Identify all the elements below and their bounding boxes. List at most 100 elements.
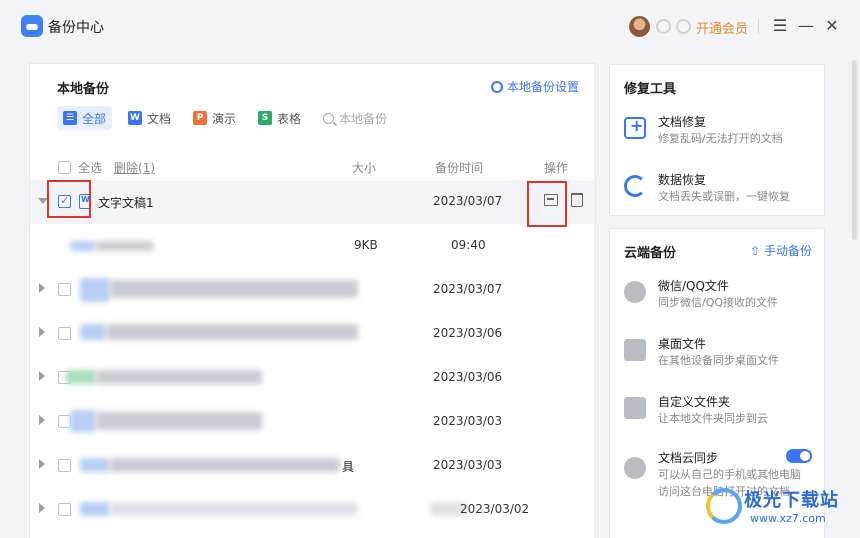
word-icon: W bbox=[128, 111, 143, 125]
table-row[interactable]: 2023/03/06 bbox=[30, 312, 595, 356]
backup-time: 2023/03/03 bbox=[433, 414, 503, 428]
avatar[interactable] bbox=[629, 16, 650, 37]
expand-icon[interactable] bbox=[39, 459, 45, 469]
tab-label: 全部 bbox=[82, 111, 107, 126]
item-title: 数据恢复 bbox=[658, 173, 707, 187]
custom-folder-item[interactable]: 自定义文件夹 让本地文件夹同步到云 bbox=[624, 393, 820, 435]
select-all-label: 全选 bbox=[78, 161, 103, 175]
hamburger-icon[interactable]: ☰ bbox=[768, 14, 792, 38]
data-recovery-item[interactable]: 数据恢复 文档丢失或误删，一键恢复 bbox=[624, 171, 820, 213]
backup-time: 2023/03/03 bbox=[433, 458, 503, 472]
blurred-name bbox=[70, 241, 96, 251]
highlight-open-folder bbox=[527, 181, 567, 227]
item-desc: 修复乱码/无法打开的文档 bbox=[658, 132, 783, 145]
folder-icon bbox=[624, 397, 646, 419]
trash-icon[interactable] bbox=[571, 193, 583, 207]
close-icon[interactable]: ✕ bbox=[820, 14, 844, 38]
table-row[interactable]: 2023/03/03 bbox=[30, 400, 595, 444]
expand-icon[interactable] bbox=[39, 283, 45, 293]
search-input[interactable]: 本地备份 bbox=[317, 106, 393, 130]
blurred-name bbox=[80, 502, 110, 516]
manual-backup-button[interactable]: ⇧ 手动备份 bbox=[750, 242, 812, 259]
tab-label: 表格 bbox=[277, 111, 302, 126]
file-name-suffix: 具 bbox=[342, 460, 355, 474]
blurred-name bbox=[96, 412, 262, 430]
expand-icon[interactable] bbox=[39, 371, 45, 381]
chat-icon bbox=[624, 281, 646, 303]
delete-button[interactable]: 删除(1) bbox=[114, 159, 155, 176]
select-all-checkbox[interactable] bbox=[58, 161, 71, 174]
presentation-icon: P bbox=[193, 111, 208, 125]
item-title: 文档云同步 bbox=[658, 451, 719, 465]
row-checkbox[interactable] bbox=[58, 459, 71, 472]
row-checkbox[interactable] bbox=[58, 327, 71, 340]
row-checkbox[interactable] bbox=[58, 503, 71, 516]
repair-icon bbox=[624, 116, 646, 139]
backup-time: 2023/03/06 bbox=[433, 370, 503, 384]
doc-repair-item[interactable]: 文档修复 修复乱码/无法打开的文档 bbox=[624, 113, 820, 155]
item-title: 自定义文件夹 bbox=[658, 395, 731, 409]
table-row[interactable]: 2023/03/07 bbox=[30, 268, 595, 312]
watermark-logo-icon bbox=[706, 488, 742, 524]
cloud-sync-toggle[interactable] bbox=[786, 449, 812, 463]
item-title: 桌面文件 bbox=[658, 337, 707, 351]
expand-icon[interactable] bbox=[39, 327, 45, 337]
wechat-qq-files-item[interactable]: 微信/QQ文件 同步微信/QQ接收的文件 bbox=[624, 277, 820, 319]
tab-sheets[interactable]: S 表格 bbox=[252, 106, 307, 130]
open-vip-link[interactable]: 开通会员 bbox=[696, 18, 748, 37]
item-desc: 同步微信/QQ接收的文件 bbox=[658, 296, 779, 309]
column-ops: 操作 bbox=[544, 161, 569, 175]
blurred-name bbox=[80, 458, 110, 472]
table-header: 全选 删除(1) 大小 备份时间 操作 bbox=[30, 156, 595, 178]
level-badge-icon bbox=[676, 19, 691, 34]
table-row[interactable]: 2023/03/02 bbox=[30, 488, 595, 532]
blurred-name bbox=[106, 324, 358, 340]
backup-time: 2023/03/02 bbox=[460, 502, 530, 516]
minimize-icon[interactable]: — bbox=[794, 14, 818, 38]
expand-icon[interactable] bbox=[39, 503, 45, 513]
tab-label: 文档 bbox=[147, 111, 172, 126]
scrollbar[interactable] bbox=[852, 60, 857, 240]
list-icon: ☰ bbox=[63, 111, 77, 125]
filter-tabs: ☰ 全部 W 文档 P 演示 S 表格 本地备份 bbox=[57, 106, 403, 130]
backup-time: 2023/03/07 bbox=[433, 282, 503, 296]
table-row[interactable]: 9KB 09:40 bbox=[30, 224, 595, 268]
title-bar: 备份中心 开通会员 ☰ — ✕ bbox=[0, 0, 860, 54]
table-row[interactable]: 文字文稿1 2023/03/07 bbox=[30, 180, 595, 224]
search-placeholder: 本地备份 bbox=[339, 111, 388, 126]
item-desc: 文档丢失或误删，一键恢复 bbox=[658, 190, 790, 203]
tab-label: 演示 bbox=[212, 111, 237, 126]
expand-icon[interactable] bbox=[39, 415, 45, 425]
tab-docs[interactable]: W 文档 bbox=[122, 106, 177, 130]
blurred-name bbox=[70, 410, 96, 432]
cloud-upload-icon bbox=[624, 457, 646, 479]
watermark-url: www.xz7.com bbox=[750, 512, 826, 525]
blurred-name bbox=[80, 324, 106, 340]
desktop-icon bbox=[624, 339, 646, 361]
section-title: 修复工具 bbox=[624, 82, 677, 97]
settings-label: 本地备份设置 bbox=[506, 80, 579, 94]
member-badge-icon bbox=[656, 19, 671, 34]
select-all[interactable]: 全选 删除(1) bbox=[58, 159, 155, 176]
repair-tools-panel: 修复工具 文档修复 修复乱码/无法打开的文档 数据恢复 文档丢失或误删，一键恢复 bbox=[609, 64, 825, 216]
backup-time: 2023/03/07 bbox=[433, 194, 503, 208]
file-size: 9KB bbox=[354, 238, 378, 252]
blurred-name bbox=[110, 458, 340, 472]
backup-time: 09:40 bbox=[451, 238, 486, 252]
row-checkbox[interactable] bbox=[58, 283, 71, 296]
backup-settings-link[interactable]: 本地备份设置 bbox=[490, 78, 579, 95]
blurred-name bbox=[110, 280, 358, 298]
section-title: 本地备份 bbox=[57, 82, 110, 97]
blurred-name bbox=[80, 278, 110, 302]
section-title: 云端备份 bbox=[624, 246, 677, 261]
app-title: 备份中心 bbox=[48, 20, 104, 36]
desktop-files-item[interactable]: 桌面文件 在其他设备同步桌面文件 bbox=[624, 335, 820, 377]
file-name: 文字文稿1 bbox=[98, 196, 154, 210]
table-row[interactable]: 2023/03/06 bbox=[30, 356, 595, 400]
tab-all[interactable]: ☰ 全部 bbox=[57, 106, 113, 130]
tab-slides[interactable]: P 演示 bbox=[187, 106, 242, 130]
local-backup-panel: 本地备份 本地备份设置 ☰ 全部 W 文档 P 演示 S 表格 本地备份 全选 bbox=[29, 63, 596, 538]
item-desc: 在其他设备同步桌面文件 bbox=[658, 354, 779, 367]
backup-time: 2023/03/06 bbox=[433, 326, 503, 340]
table-row[interactable]: 具 2023/03/03 bbox=[30, 444, 595, 488]
